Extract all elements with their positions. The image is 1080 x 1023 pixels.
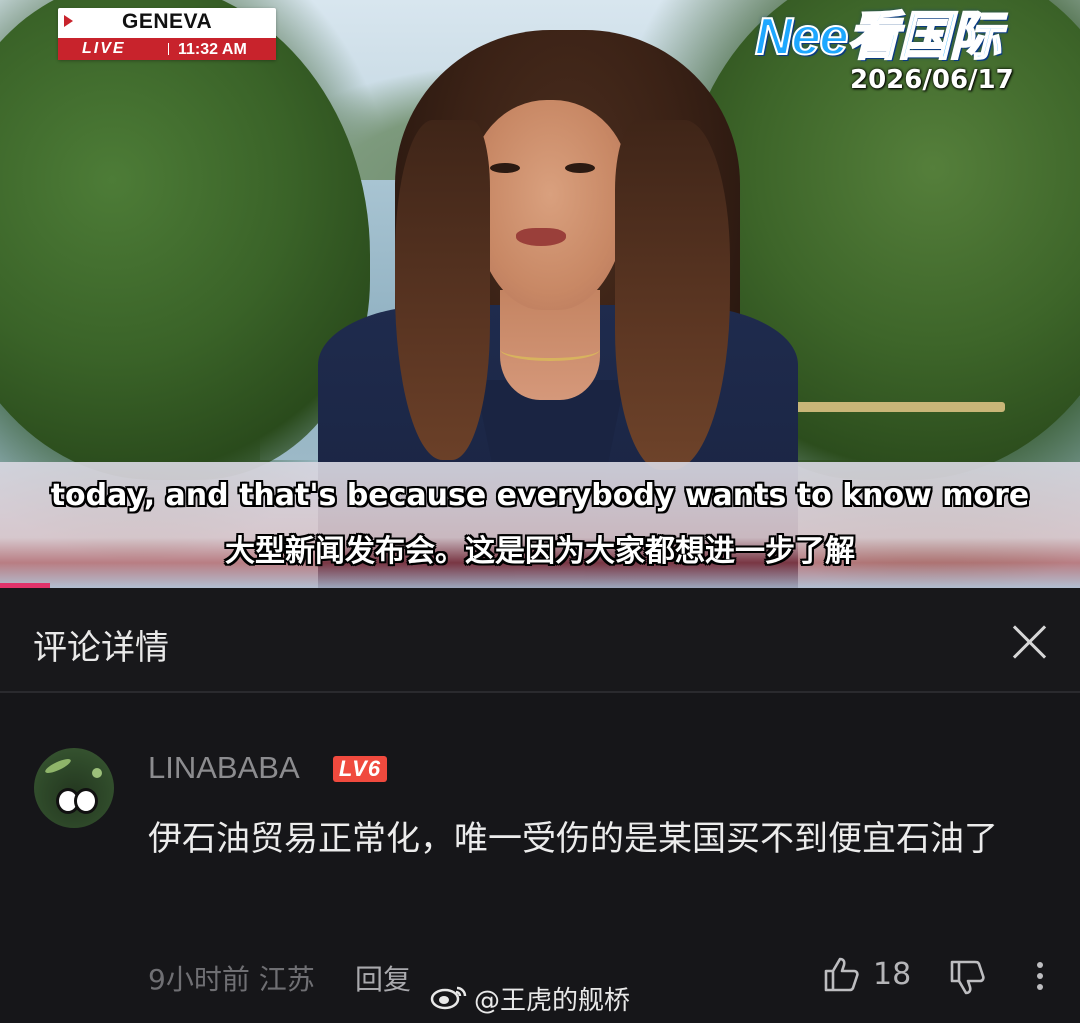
comment-time-location: 9小时前 江苏	[148, 963, 315, 996]
presenter-eye-left	[490, 163, 520, 173]
presenter-hair-left	[395, 120, 490, 460]
more-icon[interactable]	[1025, 958, 1055, 994]
presenter-mouth	[516, 228, 566, 246]
close-icon[interactable]	[1000, 612, 1060, 672]
location-label: GENEVA	[122, 10, 213, 33]
like-icon[interactable]	[822, 954, 862, 994]
live-label: LIVE	[82, 40, 126, 57]
weibo-watermark: @王虎的舰桥	[474, 986, 631, 1016]
channel-logo: Nee看国际	[754, 7, 1002, 67]
live-separator	[168, 43, 169, 55]
presenter-eye-right	[565, 163, 595, 173]
header-divider	[0, 691, 1080, 693]
panel-title: 评论详情	[33, 628, 169, 668]
avatar-leaf	[43, 756, 73, 776]
avatar[interactable]	[34, 748, 114, 828]
presenter-hair-right	[615, 120, 730, 470]
reply-button[interactable]: 回复	[355, 958, 411, 998]
subtitle-english: today, and that's because everybody want…	[50, 478, 1030, 513]
play-triangle-icon	[64, 15, 73, 27]
broadcast-time: 11:32 AM	[178, 41, 247, 58]
comment-text: 伊石油贸易正常化，唯一受伤的是某国买不到便宜石油了	[148, 819, 998, 859]
presenter-necklace	[500, 338, 600, 361]
comment-username[interactable]: LINABABA	[148, 750, 300, 786]
background-dock	[775, 402, 1005, 412]
avatar-eye-right	[74, 788, 98, 814]
location-badge: GENEVA LIVE 11:32 AM	[58, 8, 276, 60]
subtitle-chinese: 大型新闻发布会。这是因为大家都想进一步了解	[225, 534, 855, 569]
like-count: 18	[873, 957, 912, 992]
video-date: 2026/06/17	[850, 65, 1014, 95]
dislike-icon[interactable]	[948, 958, 988, 998]
avatar-dot	[92, 768, 102, 778]
weibo-icon	[430, 986, 467, 1010]
video-player[interactable]: GENEVA LIVE 11:32 AM Nee看国际 2026/06/17 t…	[0, 0, 1080, 588]
user-level-badge: LV6	[333, 756, 387, 782]
